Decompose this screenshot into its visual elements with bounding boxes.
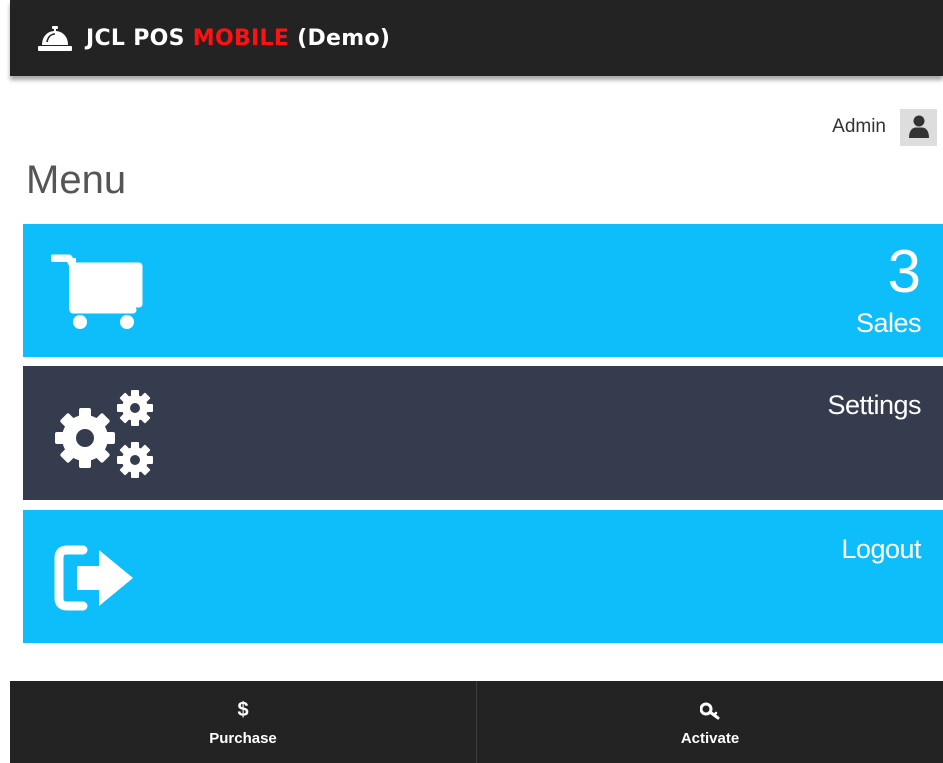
sign-out-icon [54, 545, 133, 611]
avatar[interactable] [900, 108, 937, 146]
activate-label: Activate [680, 729, 740, 747]
sales-count: 3 [887, 238, 921, 305]
top-navbar: JCL POS MOBILE (Demo) [10, 0, 943, 76]
page-title: Menu [26, 158, 127, 202]
user-menu[interactable]: Admin [832, 107, 937, 147]
purchase-label: Purchase [209, 729, 277, 747]
brand-title-part1: JCL POS [86, 25, 193, 51]
service-bell-icon [38, 26, 72, 51]
gears-icon [55, 390, 153, 478]
app-brand[interactable]: JCL POS MOBILE (Demo) [38, 24, 390, 52]
user-name: Admin [832, 116, 886, 137]
brand-title: JCL POS MOBILE (Demo) [86, 26, 390, 51]
dollar-icon: $ [237, 699, 249, 721]
logout-tile[interactable]: Logout [23, 510, 943, 643]
purchase-button[interactable]: $ Purchase [10, 681, 476, 763]
settings-tile[interactable]: Settings [23, 366, 943, 500]
bottom-toolbar: $ Purchase Activate [10, 681, 943, 763]
shopping-cart-icon [51, 254, 143, 329]
brand-title-part3: (Demo) [289, 25, 391, 51]
user-icon [908, 115, 929, 138]
logout-label: Logout [841, 534, 921, 564]
key-icon [700, 698, 720, 724]
sales-label: Sales [855, 308, 922, 338]
sales-tile[interactable]: 3 Sales [23, 224, 943, 357]
settings-label: Settings [827, 390, 921, 420]
brand-title-highlight: MOBILE [192, 25, 290, 51]
activate-button[interactable]: Activate [476, 681, 943, 763]
